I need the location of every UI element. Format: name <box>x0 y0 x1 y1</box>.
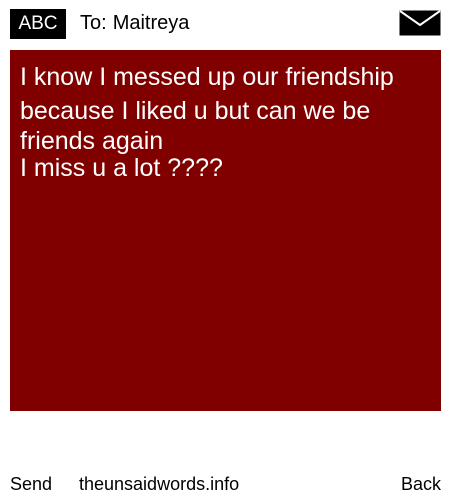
recipient-name: Maitreya <box>112 12 190 34</box>
footer-bar: Send theunsaidwords.info Back <box>0 470 450 498</box>
compose-header: ABC To: Maitreya <box>0 0 450 44</box>
message-line: because I liked u but can we be <box>20 97 371 125</box>
send-button[interactable]: Send <box>10 470 52 498</box>
envelope-icon <box>399 10 441 36</box>
input-mode-badge[interactable]: ABC <box>10 9 66 39</box>
message-line: friends again <box>20 127 164 155</box>
to-label: To: <box>80 12 107 34</box>
message-body[interactable]: I know I messed up our friendship becaus… <box>10 50 441 411</box>
message-line: I know I messed up our friendship <box>20 63 394 91</box>
back-button[interactable]: Back <box>401 470 441 498</box>
message-line: I miss u a lot ???? <box>20 154 223 182</box>
recipient-field[interactable]: To: Maitreya <box>80 11 189 35</box>
site-watermark: theunsaidwords.info <box>79 474 240 494</box>
